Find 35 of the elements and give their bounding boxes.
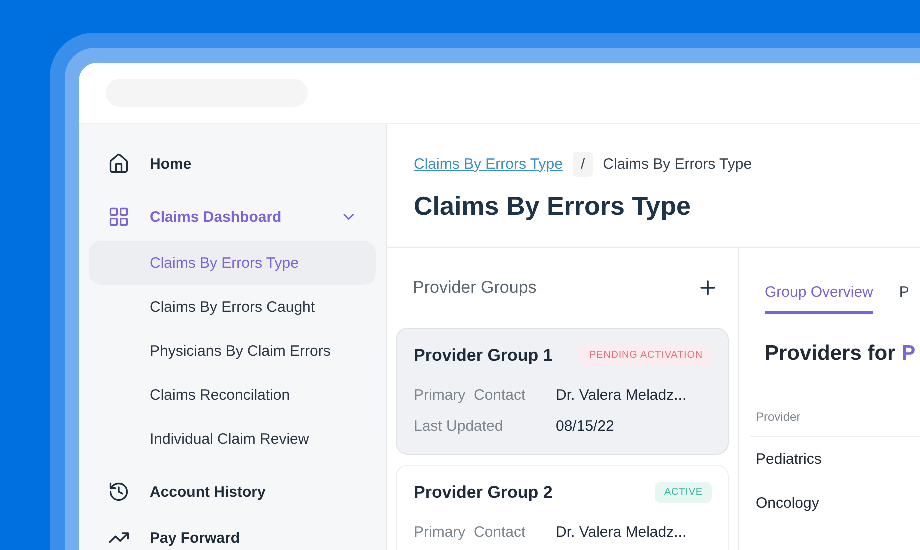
card-title: Provider Group 2 [414,482,553,502]
nav-subitem[interactable]: Individual Claim Review [89,417,376,461]
nav-item[interactable]: Pay Forward [89,516,376,550]
nav-subitem[interactable]: Claims By Errors Type [89,241,376,285]
status-badge: PENDING ACTIVATION [580,345,712,366]
provider-group-card[interactable]: Provider Group 1 PENDING ACTIVATION Primary Contact Dr. Valera Meladz... Last Updated 08/15/22 [396,328,729,455]
status-badge: ACTIVE [655,482,712,503]
field-value: Dr. Valera Meladz... [556,524,687,541]
field-value: 08/15/22 [556,418,614,435]
table-cell: Oncology [756,494,820,512]
column-header: Provider [756,410,801,424]
table-cell: Pediatrics [756,450,822,468]
page-title: Claims By Errors Type [414,191,692,222]
grid-icon [108,206,130,228]
tab[interactable]: P [899,284,910,314]
provider-group-card[interactable]: Provider Group 2 ACTIVE Primary Contact Dr. Valera Meladz... [396,465,729,550]
field-value: Dr. Valera Meladz... [556,387,687,404]
tab[interactable]: Group Overview [765,284,874,314]
section-heading: Providers for P [765,342,917,366]
nav-item[interactable]: Home [89,142,376,186]
breadcrumb-link[interactable]: Claims By Errors Type [414,156,563,173]
home-icon [108,153,130,175]
nav-subitem[interactable]: Claims By Errors Caught [89,285,376,329]
breadcrumb-separator: / [572,152,594,177]
nav-item[interactable]: Claims Dashboard [89,195,376,239]
breadcrumb-current: Claims By Errors Type [603,156,752,173]
field-label: Primary Contact [414,387,527,404]
field-label: Primary Contact [414,524,527,541]
nav-item[interactable]: Account History [89,470,376,514]
history-icon [108,481,130,503]
section-title: Provider Groups [413,278,537,298]
nav-subitem[interactable]: Claims Reconcilation [89,373,376,417]
nav-subitem[interactable]: Physicians By Claim Errors [89,329,376,373]
field-label: Last Updated [414,418,504,435]
card-title: Provider Group 1 [414,346,553,366]
